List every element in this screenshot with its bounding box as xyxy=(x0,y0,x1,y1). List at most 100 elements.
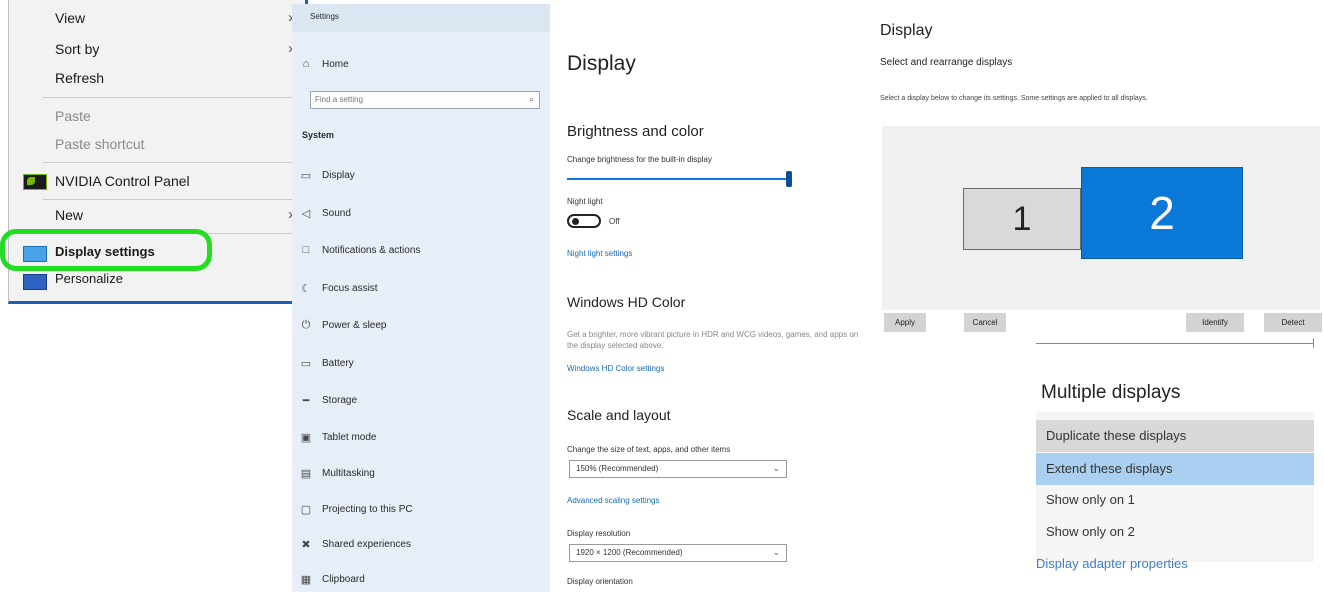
scale-layout-heading: Scale and layout xyxy=(567,407,671,423)
sidebar-item-label: Shared experiences xyxy=(322,539,411,550)
resolution-dropdown-value: 1920 × 1200 (Recommended) xyxy=(576,548,683,557)
sidebar-item-battery[interactable]: ▭ Battery xyxy=(300,357,354,370)
menu-item-view[interactable]: View xyxy=(55,10,85,26)
sidebar-item-label: Storage xyxy=(322,395,358,406)
sidebar-item-projecting[interactable]: ▢ Projecting to this PC xyxy=(300,503,413,516)
display-adapter-properties-link[interactable]: Display adapter properties xyxy=(1036,556,1188,571)
apply-button[interactable]: Apply xyxy=(884,313,926,332)
menu-separator xyxy=(43,97,297,98)
advanced-scaling-link[interactable]: Advanced scaling settings xyxy=(567,496,660,505)
window-title: Settings xyxy=(310,12,339,21)
sidebar-item-storage[interactable]: ━ Storage xyxy=(300,394,357,407)
sidebar-item-label: Display xyxy=(322,170,355,181)
settings-titlebar: Settings xyxy=(292,4,550,32)
menu-separator xyxy=(43,162,297,163)
sidebar-item-label: Multitasking xyxy=(322,468,375,479)
cancel-button[interactable]: Cancel xyxy=(964,313,1006,332)
detect-button[interactable]: Detect xyxy=(1264,313,1322,332)
clipboard-icon: ▦ xyxy=(300,574,312,586)
menu-item-new[interactable]: New xyxy=(55,207,83,223)
night-light-toggle[interactable] xyxy=(567,214,601,228)
sidebar-item-notifications[interactable]: □ Notifications & actions xyxy=(300,244,421,256)
sidebar-item-clipboard[interactable]: ▦ Clipboard xyxy=(300,573,365,586)
menu-separator xyxy=(43,199,297,200)
brightness-label: Change brightness for the built-in displ… xyxy=(567,155,712,164)
arrange-title: Display xyxy=(880,22,933,39)
brightness-heading: Brightness and color xyxy=(567,123,704,140)
hd-color-description: Get a brighter, more vibrant picture in … xyxy=(567,330,859,350)
section-label: System xyxy=(302,130,335,140)
night-light-label: Night light xyxy=(567,197,603,206)
arrange-description: Select a display below to change its set… xyxy=(880,95,1148,102)
sidebar-item-label: Tablet mode xyxy=(322,432,377,443)
share-icon: ✖ xyxy=(301,539,311,551)
sidebar-item-shared-experiences[interactable]: ✖ Shared experiences xyxy=(300,538,411,551)
menu-item-nvidia-control-panel[interactable]: NVIDIA Control Panel xyxy=(55,173,190,189)
sidebar-item-tablet-mode[interactable]: ▣ Tablet mode xyxy=(300,431,377,444)
sidebar-home-label: Home xyxy=(322,58,349,70)
sidebar-item-label: Focus assist xyxy=(322,283,378,294)
highlight-annotation xyxy=(0,229,212,271)
arrange-subtitle: Select and rearrange displays xyxy=(880,57,1013,68)
menu-item-paste: Paste xyxy=(55,108,91,124)
notification-icon: □ xyxy=(302,244,310,256)
monitor-1[interactable]: 1 xyxy=(963,188,1081,250)
night-light-settings-link[interactable]: Night light settings xyxy=(567,249,632,258)
option-extend[interactable]: Extend these displays xyxy=(1036,453,1314,485)
sidebar-item-power-sleep[interactable]: ⏻ Power & sleep xyxy=(300,319,387,332)
menu-item-personalize[interactable]: Personalize xyxy=(55,271,123,286)
option-show-only-2[interactable]: Show only on 2 xyxy=(1036,516,1314,548)
divider xyxy=(1036,343,1314,344)
sidebar-item-display[interactable]: ▭ Display xyxy=(300,169,355,182)
menu-item-sort-by[interactable]: Sort by xyxy=(55,41,99,57)
option-duplicate[interactable]: Duplicate these displays xyxy=(1036,420,1314,452)
monitor-2[interactable]: 2 xyxy=(1081,167,1243,259)
hd-color-heading: Windows HD Color xyxy=(567,294,686,310)
hd-color-settings-link[interactable]: Windows HD Color settings xyxy=(567,364,664,373)
brightness-slider[interactable] xyxy=(567,178,789,180)
brightness-slider-thumb[interactable] xyxy=(786,171,792,187)
menu-item-paste-shortcut: Paste shortcut xyxy=(55,136,145,152)
personalize-icon xyxy=(23,274,47,290)
multiple-displays-dropdown: Duplicate these displays Extend these di… xyxy=(1036,412,1314,562)
chevron-down-icon: ⌄ xyxy=(772,463,780,473)
monitor-icon: ▭ xyxy=(300,170,312,182)
battery-icon: ▭ xyxy=(300,358,312,370)
search-icon: ⌕ xyxy=(528,94,534,104)
scale-label: Change the size of text, apps, and other… xyxy=(567,445,731,454)
speaker-icon: ◁ xyxy=(301,208,311,220)
multiple-displays-heading: Multiple displays xyxy=(1041,382,1181,403)
option-show-only-1[interactable]: Show only on 1 xyxy=(1036,484,1314,516)
resolution-dropdown[interactable]: 1920 × 1200 (Recommended) ⌄ xyxy=(569,544,787,562)
sidebar-item-multitasking[interactable]: ▤ Multitasking xyxy=(300,467,375,480)
tablet-icon: ▣ xyxy=(300,432,312,444)
multitask-icon: ▤ xyxy=(300,468,312,480)
sidebar-item-label: Notifications & actions xyxy=(322,244,421,256)
identify-button[interactable]: Identify xyxy=(1186,313,1244,332)
nvidia-icon xyxy=(23,174,47,190)
divider-tick xyxy=(1313,338,1314,348)
search-input[interactable]: Find a setting ⌕ xyxy=(310,91,540,109)
scale-dropdown-value: 150% (Recommended) xyxy=(576,464,659,473)
sidebar-home[interactable]: ⌂ Home xyxy=(300,58,349,70)
sidebar-item-label: Sound xyxy=(322,208,351,219)
search-placeholder: Find a setting xyxy=(315,95,364,104)
page-title: Display xyxy=(567,52,636,75)
power-icon: ⏻ xyxy=(301,319,311,331)
sidebar-item-sound[interactable]: ◁ Sound xyxy=(300,207,351,220)
chevron-down-icon: ⌄ xyxy=(772,547,780,557)
display-settings-panel: Display Brightness and color Change brig… xyxy=(550,4,868,592)
moon-icon: ☾ xyxy=(301,283,311,295)
menu-item-refresh[interactable]: Refresh xyxy=(55,70,104,86)
storage-icon: ━ xyxy=(302,395,310,407)
resolution-label: Display resolution xyxy=(567,529,631,538)
sidebar-item-label: Projecting to this PC xyxy=(322,504,413,515)
project-icon: ▢ xyxy=(300,504,312,516)
sidebar-item-label: Power & sleep xyxy=(322,320,387,331)
sidebar-item-focus-assist[interactable]: ☾ Focus assist xyxy=(300,282,378,295)
scale-dropdown[interactable]: 150% (Recommended) ⌄ xyxy=(569,460,787,478)
night-light-state: Off xyxy=(609,217,620,226)
home-icon: ⌂ xyxy=(302,58,310,70)
sidebar-item-label: Battery xyxy=(322,358,354,369)
orientation-label: Display orientation xyxy=(567,577,633,586)
